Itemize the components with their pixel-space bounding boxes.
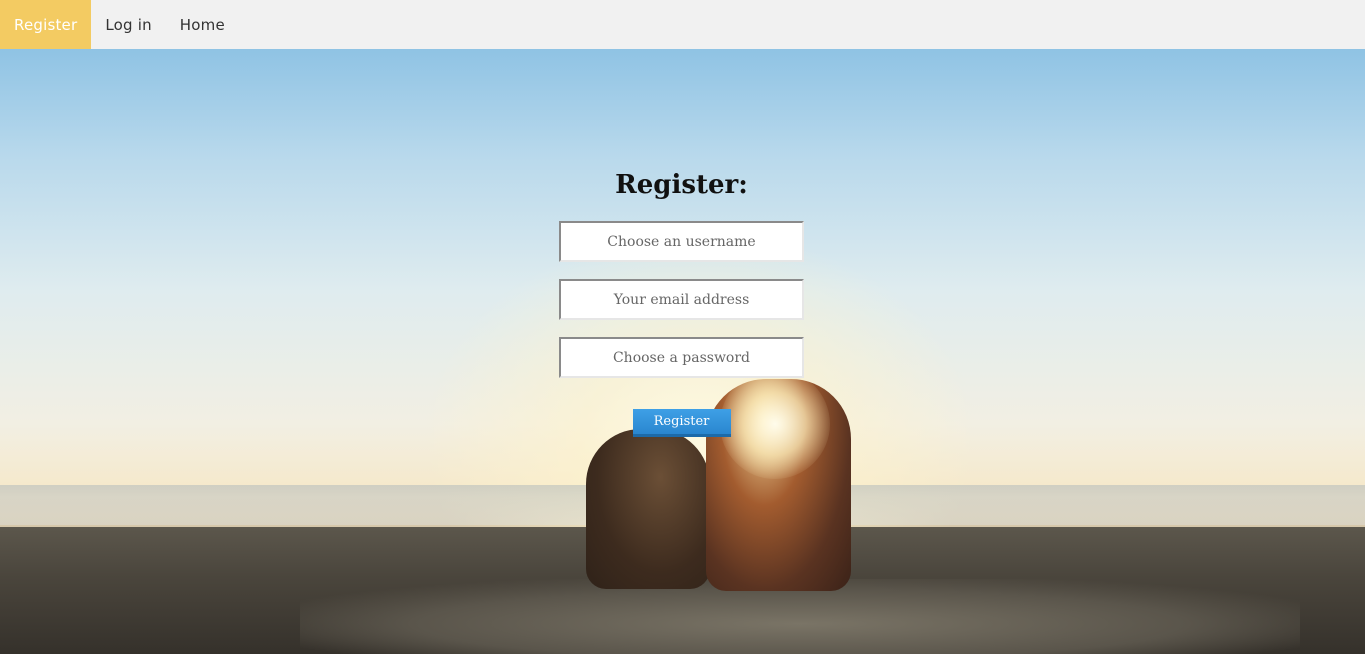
nav-home[interactable]: Home [166,0,239,49]
email-input[interactable] [559,279,804,320]
username-input[interactable] [559,221,804,262]
password-input[interactable] [559,337,804,378]
nav-login[interactable]: Log in [91,0,165,49]
register-form: Register: Register [559,166,804,437]
nav-register[interactable]: Register [0,0,92,49]
register-submit-button[interactable]: Register [632,409,731,437]
person-silhouette-left [586,429,710,589]
form-title: Register: [615,170,748,200]
top-navbar: Register Log in Home [0,0,1365,49]
